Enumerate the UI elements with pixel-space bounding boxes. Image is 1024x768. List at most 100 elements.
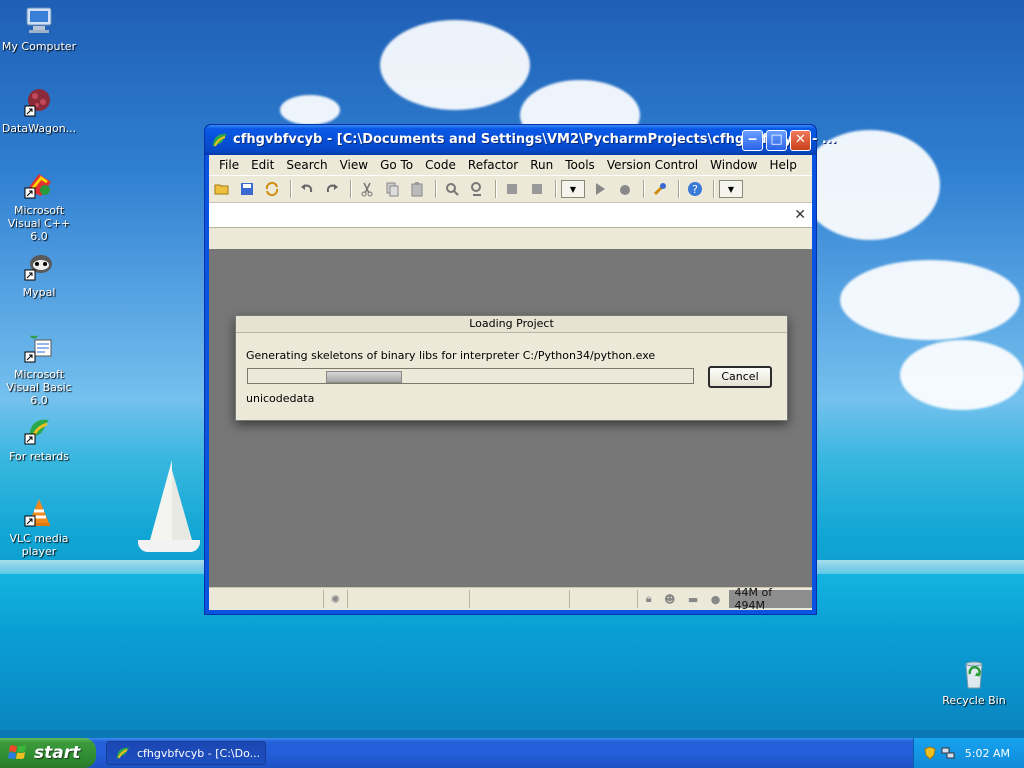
- toolbar-separator: [713, 180, 715, 198]
- sync-icon: [265, 181, 279, 197]
- find-button[interactable]: [441, 178, 463, 200]
- mypal-icon: [23, 250, 55, 282]
- open-button[interactable]: [211, 178, 233, 200]
- status-cell: [209, 590, 323, 608]
- dialog-current-item: unicodedata: [246, 392, 315, 405]
- desktop-icon-datawagon[interactable]: DataWagon...: [0, 86, 78, 135]
- sailboat-hull: [138, 540, 200, 552]
- desktop-icon-my-computer[interactable]: My Computer: [0, 4, 78, 53]
- copy-icon: [386, 182, 399, 197]
- notification-bar: ✕: [209, 203, 812, 228]
- taskbar: start cfhgvbfvcyb - [C:\Do... 5:02 AM: [0, 738, 1024, 768]
- wallpaper-cloud: [380, 20, 530, 110]
- sailboat-sail: [150, 460, 172, 540]
- paste-button[interactable]: [406, 178, 428, 200]
- replace-button[interactable]: [466, 178, 488, 200]
- sailboat-sail: [172, 470, 192, 540]
- status-dot-icon[interactable]: ●: [711, 593, 721, 606]
- progress-indicator: [326, 371, 402, 383]
- status-icons: 🔒︎ ☻ ▬ ●: [636, 590, 729, 608]
- taskbar-item-label: cfhgvbfvcyb - [C:\Do...: [137, 746, 261, 760]
- my-computer-icon: [23, 4, 55, 36]
- run-config-dropdown[interactable]: ▼: [561, 180, 585, 198]
- menu-code[interactable]: Code: [419, 158, 462, 172]
- cancel-button[interactable]: Cancel: [708, 366, 772, 388]
- toolbar-separator: [643, 180, 645, 198]
- forward-button[interactable]: [526, 178, 548, 200]
- redo-icon: [326, 184, 338, 193]
- dialog-message: Generating skeletons of binary libs for …: [246, 349, 656, 362]
- maximize-button[interactable]: □: [766, 130, 787, 151]
- menu-help[interactable]: Help: [763, 158, 802, 172]
- redo-button[interactable]: [321, 178, 343, 200]
- chevron-down-icon: ▼: [569, 184, 577, 194]
- wrench-icon: [653, 183, 666, 196]
- bug-icon: [620, 185, 630, 195]
- desktop-icon-label: Mypal: [22, 286, 56, 299]
- pycharm-icon: [211, 131, 229, 149]
- toolbar-more-dropdown[interactable]: ▼: [719, 180, 743, 198]
- toolbar-separator: [555, 180, 557, 198]
- dialog-title: Loading Project: [236, 316, 787, 333]
- pycharm-icon: [23, 414, 55, 446]
- desktop-icon-label: DataWagon...: [1, 122, 77, 135]
- play-icon: [596, 183, 605, 195]
- save-button[interactable]: [236, 178, 258, 200]
- menu-go-to[interactable]: Go To: [374, 158, 419, 172]
- wallpaper-cloud: [840, 260, 1020, 340]
- spinner-icon: ✺: [330, 592, 340, 606]
- debug-button[interactable]: [614, 178, 636, 200]
- back-button[interactable]: [501, 178, 523, 200]
- menu-window[interactable]: Window: [704, 158, 763, 172]
- toolbar-separator: [290, 180, 292, 198]
- toolbar-separator: [678, 180, 680, 198]
- desktop-icon-for-retards[interactable]: For retards: [0, 414, 78, 463]
- start-button[interactable]: start: [0, 738, 96, 768]
- desktop-icon-vlc[interactable]: VLC media player: [0, 496, 78, 558]
- inspector-icon[interactable]: ☻: [664, 593, 675, 606]
- clock[interactable]: 5:02 AM: [965, 747, 1010, 760]
- menu-refactor[interactable]: Refactor: [462, 158, 524, 172]
- desktop-icon-visual-cpp[interactable]: Microsoft Visual C++ 6.0: [0, 168, 78, 243]
- window-titlebar[interactable]: cfhgvbfvcyb - [C:\Documents and Settings…: [205, 125, 837, 155]
- lock-icon[interactable]: 🔒︎: [646, 592, 652, 606]
- copy-button[interactable]: [381, 178, 403, 200]
- menu-tools[interactable]: Tools: [559, 158, 601, 172]
- cut-button[interactable]: [356, 178, 378, 200]
- sync-button[interactable]: [261, 178, 283, 200]
- undo-button[interactable]: [296, 178, 318, 200]
- status-progress-spinner: ✺: [322, 590, 347, 608]
- event-log-icon[interactable]: ▬: [688, 593, 698, 606]
- menu-search[interactable]: Search: [280, 158, 333, 172]
- settings-button[interactable]: [649, 178, 671, 200]
- start-label: start: [34, 743, 81, 763]
- close-button[interactable]: ✕: [790, 130, 811, 151]
- pycharm-icon: [117, 747, 129, 759]
- status-cell: [568, 590, 637, 608]
- desktop-icon-recycle-bin[interactable]: Recycle Bin: [935, 658, 1013, 707]
- close-icon[interactable]: ✕: [794, 207, 806, 223]
- memory-indicator[interactable]: 44M of 494M: [728, 586, 812, 612]
- back-icon: [507, 184, 517, 194]
- desktop-icon-visual-basic[interactable]: Microsoft Visual Basic 6.0: [0, 332, 78, 407]
- chevron-down-icon: ▼: [727, 184, 735, 194]
- menu-version-control[interactable]: Version Control: [601, 158, 704, 172]
- help-button[interactable]: ?: [684, 178, 706, 200]
- main-toolbar: ▼ ? ▼: [209, 175, 812, 203]
- menu-file[interactable]: File: [213, 158, 245, 172]
- shield-icon[interactable]: [923, 746, 937, 760]
- menu-view[interactable]: View: [334, 158, 374, 172]
- network-icon[interactable]: [941, 746, 955, 760]
- taskbar-item-pycharm[interactable]: cfhgvbfvcyb - [C:\Do...: [106, 741, 266, 765]
- desktop-icon-label: VLC media player: [9, 532, 69, 558]
- desktop-icon-mypal[interactable]: Mypal: [0, 250, 78, 299]
- help-icon: ?: [688, 182, 702, 196]
- status-bar: ✺ 🔒︎ ☻ ▬ ● 44M of 494M: [209, 586, 812, 612]
- minimize-button[interactable]: ‒: [742, 130, 763, 151]
- visual-cpp-icon: [23, 168, 55, 200]
- menu-run[interactable]: Run: [524, 158, 559, 172]
- forward-icon: [532, 184, 542, 194]
- wallpaper-cloud: [280, 95, 340, 125]
- menu-edit[interactable]: Edit: [245, 158, 280, 172]
- run-button[interactable]: [589, 178, 611, 200]
